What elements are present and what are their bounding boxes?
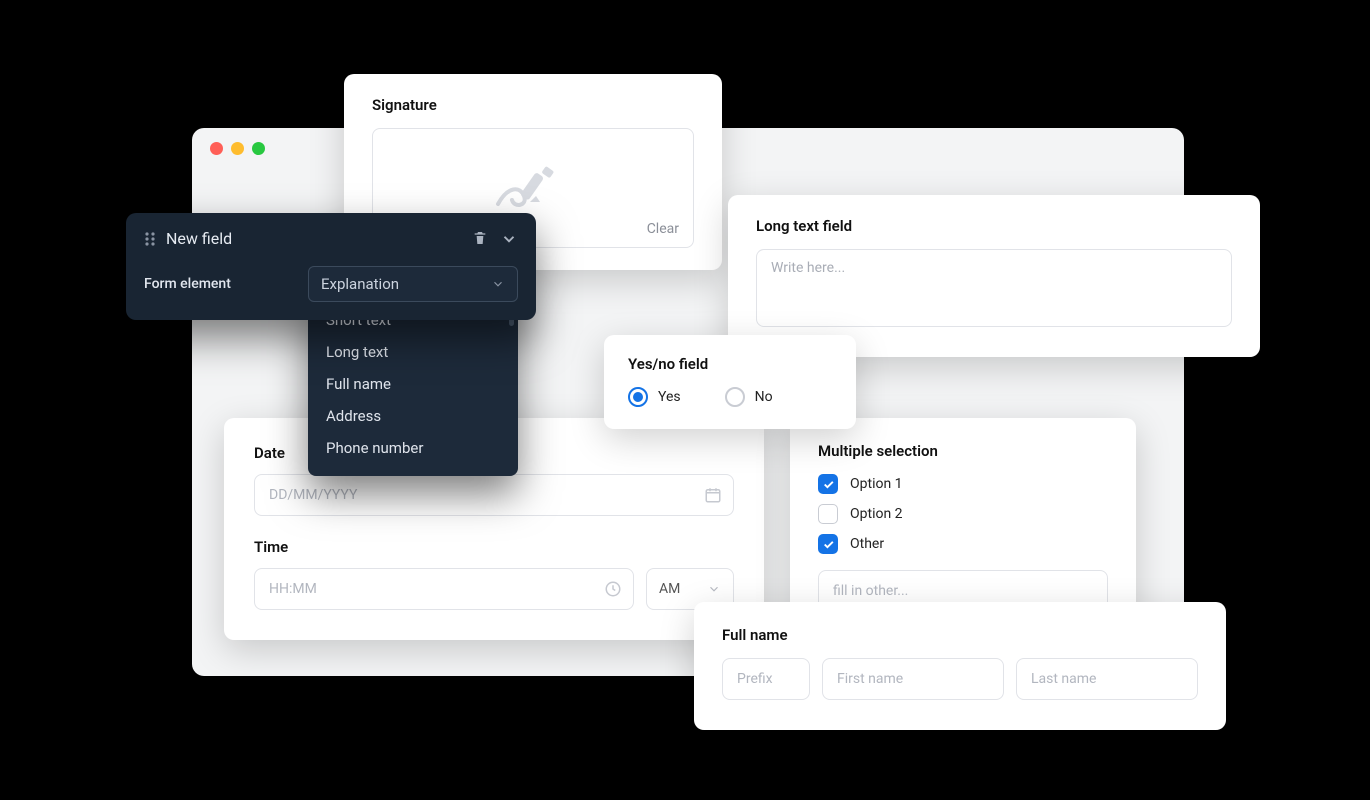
radio-no-indicator <box>725 387 745 407</box>
long-text-input[interactable] <box>756 249 1232 327</box>
last-name-input[interactable] <box>1016 658 1198 700</box>
checkbox-option-1-label: Option 1 <box>850 476 903 492</box>
yesno-card: Yes/no field Yes No <box>604 335 856 429</box>
checkbox-option-1[interactable]: Option 1 <box>818 474 1108 494</box>
radio-yes[interactable]: Yes <box>628 387 681 407</box>
signature-clear-button[interactable]: Clear <box>647 221 679 237</box>
drag-handle-icon[interactable] <box>144 231 156 247</box>
checkbox-other-label: Other <box>850 536 884 552</box>
checkbox-other[interactable]: Other <box>818 534 1108 554</box>
calendar-icon[interactable] <box>704 486 722 504</box>
ampm-value: AM <box>659 581 680 597</box>
time-input[interactable] <box>254 568 634 610</box>
date-input[interactable] <box>254 474 734 516</box>
checkbox-option-2-box <box>818 504 838 524</box>
dropdown-option-address[interactable]: Address <box>308 400 518 432</box>
new-field-title: New field <box>166 229 462 248</box>
window-minimize-dot[interactable] <box>231 142 244 155</box>
checkbox-option-1-box <box>818 474 838 494</box>
radio-yes-label: Yes <box>658 389 681 405</box>
dropdown-option-full-name[interactable]: Full name <box>308 368 518 400</box>
radio-yes-indicator <box>628 387 648 407</box>
dropdown-option-phone-number[interactable]: Phone number <box>308 432 518 464</box>
chevron-down-icon <box>491 277 505 291</box>
long-text-card: Long text field <box>728 195 1260 357</box>
window-maximize-dot[interactable] <box>252 142 265 155</box>
new-field-panel: New field Form element Explanation <box>126 213 536 320</box>
form-element-selected-value: Explanation <box>321 275 399 293</box>
dropdown-option-long-text[interactable]: Long text <box>308 336 518 368</box>
clock-icon[interactable] <box>604 580 622 598</box>
checkbox-other-box <box>818 534 838 554</box>
long-text-title: Long text field <box>756 217 1232 235</box>
multiple-selection-title: Multiple selection <box>818 442 1108 460</box>
chevron-down-icon[interactable] <box>500 230 518 248</box>
checkbox-option-2-label: Option 2 <box>850 506 903 522</box>
chevron-down-icon <box>707 582 721 596</box>
signature-icon <box>494 166 572 210</box>
form-element-label: Form element <box>144 276 294 292</box>
fullname-card: Full name <box>694 602 1226 730</box>
radio-no[interactable]: No <box>725 387 773 407</box>
form-element-dropdown: Short text Long text Full name Address P… <box>308 294 518 476</box>
trash-icon[interactable] <box>472 230 488 248</box>
signature-title: Signature <box>372 96 694 114</box>
radio-no-label: No <box>755 389 773 405</box>
fullname-title: Full name <box>722 626 1198 644</box>
window-close-dot[interactable] <box>210 142 223 155</box>
form-element-select[interactable]: Explanation <box>308 266 518 302</box>
prefix-input[interactable] <box>722 658 810 700</box>
yesno-title: Yes/no field <box>628 355 832 373</box>
checkbox-option-2[interactable]: Option 2 <box>818 504 1108 524</box>
first-name-input[interactable] <box>822 658 1004 700</box>
time-label: Time <box>254 538 734 556</box>
